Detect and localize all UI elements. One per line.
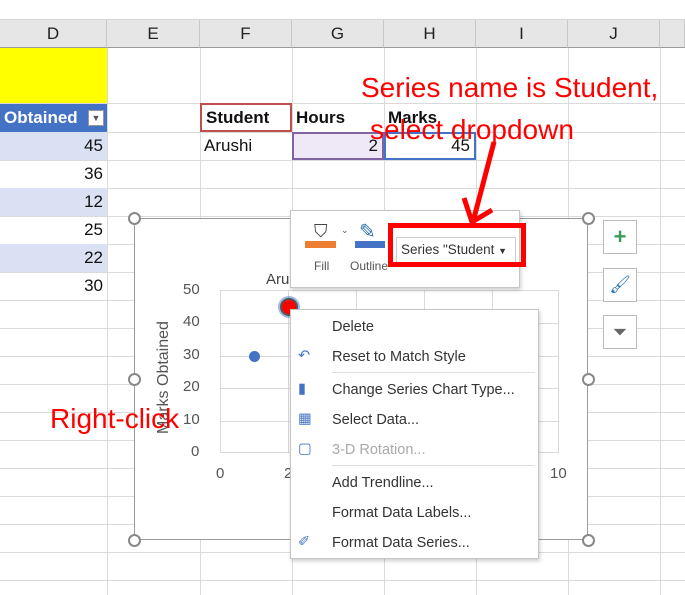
resize-handle[interactable] — [582, 373, 595, 386]
annotation-arrow — [461, 141, 497, 226]
y-tick: 10 — [183, 411, 200, 428]
select-data-icon: ▦ — [298, 411, 312, 427]
column-header-i[interactable]: I — [476, 20, 568, 48]
reset-style-icon: ↶ — [298, 348, 311, 364]
cell-student-value[interactable]: Arushi — [200, 132, 292, 160]
fill-label: Fill — [314, 259, 330, 273]
column-header-j[interactable]: J — [568, 20, 660, 48]
menu-item[interactable]: ▮ Change Series Chart Type... — [291, 375, 538, 405]
menu-item[interactable]: Format Data Labels... — [291, 498, 538, 528]
brush-icon: 🖌 — [609, 275, 631, 294]
menu-item-label: Format Data Series... — [332, 535, 470, 551]
column-header-d[interactable]: D — [0, 20, 107, 48]
table-cell[interactable]: 45 — [0, 132, 107, 160]
x-tick: 0 — [216, 465, 225, 482]
annotation-right-click: Right-click — [50, 403, 180, 434]
chevron-down-icon[interactable]: ⌄ — [341, 225, 349, 236]
menu-item-label: Select Data... — [332, 412, 420, 428]
column-header-k[interactable] — [660, 20, 685, 48]
column-header-e[interactable]: E — [107, 20, 200, 48]
formula-area — [0, 0, 685, 20]
menu-item[interactable]: Delete — [291, 312, 538, 342]
column-header-f[interactable]: F — [200, 20, 292, 48]
x-tick: 10 — [550, 465, 567, 482]
outline-label: Outline — [350, 259, 389, 273]
menu-item[interactable]: ✐ Format Data Series... — [291, 528, 538, 558]
resize-handle[interactable] — [582, 212, 595, 225]
fill-button[interactable]: ⛉ ⌄ Fill — [305, 221, 349, 273]
resize-handle[interactable] — [128, 212, 141, 225]
chart-type-icon: ▮ — [298, 381, 306, 397]
y-tick: 30 — [183, 346, 200, 363]
menu-item-label: Format Data Labels... — [332, 505, 472, 521]
table-cell[interactable]: 36 — [0, 160, 107, 188]
chart-filters-button[interactable]: ⏷ — [603, 315, 637, 349]
filter-icon: ⏷ — [612, 321, 628, 342]
chart-styles-button[interactable]: 🖌 — [603, 268, 637, 302]
menu-item[interactable]: Add Trendline... — [291, 468, 538, 498]
menu-separator — [332, 372, 535, 373]
y-tick: 0 — [191, 443, 200, 460]
menu-item[interactable]: ▦ Select Data... — [291, 405, 538, 435]
paint-bucket-icon: ⛉ — [314, 221, 328, 241]
menu-item: ▢ 3-D Rotation... — [291, 435, 538, 465]
chart-elements-button[interactable]: + — [603, 220, 637, 254]
menu-separator — [332, 465, 535, 466]
annotation-text: Series name is Student, — [361, 72, 659, 103]
3d-rotation-icon: ▢ — [298, 441, 312, 457]
y-tick: 50 — [183, 281, 200, 298]
menu-item[interactable]: ↶ Reset to Match Style — [291, 342, 538, 372]
format-series-icon: ✐ — [298, 534, 311, 550]
y-tick: 20 — [183, 378, 200, 395]
menu-item-label: Reset to Match Style — [332, 349, 466, 365]
resize-handle[interactable] — [128, 534, 141, 547]
filter-dropdown-icon[interactable]: ▼ — [88, 110, 104, 126]
table-cell[interactable]: 22 — [0, 244, 107, 272]
column-header-g[interactable]: G — [292, 20, 384, 48]
menu-item-label: Change Series Chart Type... — [332, 382, 515, 398]
resize-handle[interactable] — [582, 534, 595, 547]
outline-color-bar — [355, 241, 385, 248]
fill-color-bar — [305, 241, 336, 248]
table-cell[interactable]: 30 — [0, 272, 107, 300]
menu-item-label: Delete — [332, 319, 374, 335]
column-header-h[interactable]: H — [384, 20, 476, 48]
data-point[interactable] — [249, 350, 261, 362]
table-header-obtained[interactable]: Obtained ▼ — [0, 104, 107, 132]
menu-item-label: Add Trendline... — [332, 475, 434, 491]
y-tick: 40 — [183, 313, 200, 330]
cell-student-header[interactable]: Student — [200, 103, 292, 132]
table-cell[interactable]: 12 — [0, 188, 107, 216]
menu-item-label: 3-D Rotation... — [332, 442, 426, 458]
table-cell[interactable]: 25 — [0, 216, 107, 244]
plus-icon: + — [613, 224, 627, 249]
yellow-cell[interactable] — [0, 48, 107, 103]
context-menu: Delete ↶ Reset to Match Style ▮ Change Serie… — [290, 309, 539, 559]
chart-title[interactable]: Aru — [266, 271, 289, 288]
resize-handle[interactable] — [128, 373, 141, 386]
